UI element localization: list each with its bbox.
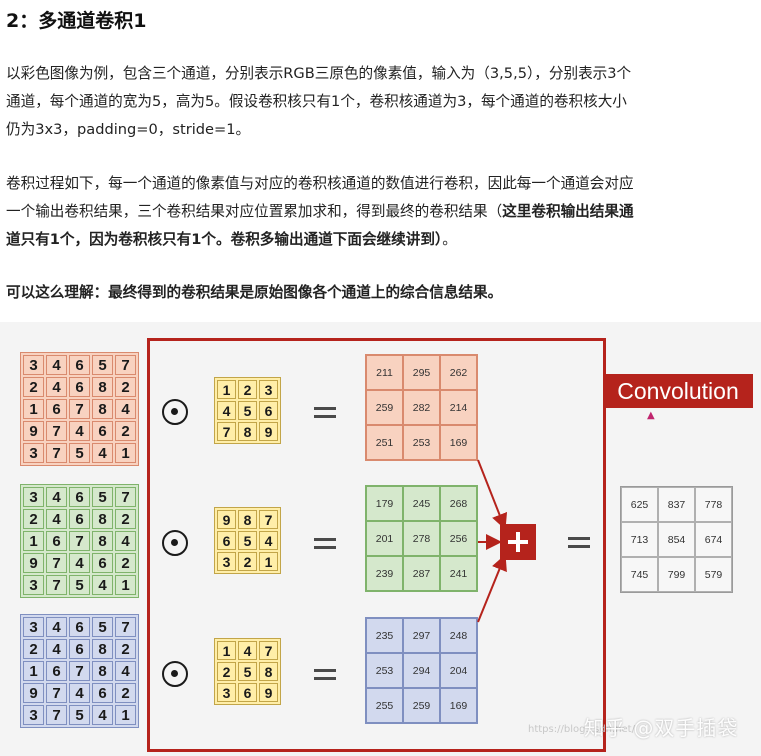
mouse-cursor-icon: ▲ <box>647 410 655 421</box>
text-line: 以彩色图像为例，包含三个通道，分别表示RGB三原色的像素值，输入为（3,5,5）… <box>6 65 632 82</box>
arrow-from-red <box>477 459 508 530</box>
text-line: 卷积过程如下，每一个通道的像素值与对应的卷积核通道的数值进行卷积，因此每一个通道… <box>6 175 634 192</box>
text-span: 一个输出卷积结果，三个卷积结果对应位置累加求和，得到最终的卷积结果（ <box>6 203 503 220</box>
intro-paragraph: 以彩色图像为例，包含三个通道，分别表示RGB三原色的像素值，输入为（3,5,5）… <box>6 60 756 144</box>
section-heading: 2：多通道卷积1 <box>6 10 147 32</box>
text-line: 一个输出卷积结果，三个卷积结果对应位置累加求和，得到最终的卷积结果（这里卷积输出… <box>6 198 756 226</box>
arrow-from-blue <box>477 554 507 623</box>
grid-cell: 579 <box>695 557 732 592</box>
convolution-label: Convolution <box>603 374 753 408</box>
grid-cell: 837 <box>658 487 695 522</box>
bold-span: 这里卷积输出结果通 <box>502 203 634 220</box>
convolution-figure: 3465724682167849746237541 34657246821678… <box>0 322 761 756</box>
text-line: 通道，每个通道的宽为5，高为5。假设卷积核只有1个，卷积核通道为3，每个通道的卷… <box>6 93 627 110</box>
grid-cell: 799 <box>658 557 695 592</box>
equals-sign-icon <box>568 537 590 548</box>
bold-span: 道只有1个，因为卷积核只有1个。卷积多输出通道下面会继续讲到） <box>6 231 443 248</box>
grid-cell: 854 <box>658 522 695 557</box>
final-output-grid: 625 837 778 713 854 674 745 799 579 <box>620 486 733 593</box>
grid-cell: 625 <box>621 487 658 522</box>
watermark-brand: 知乎 @双手插袋 <box>584 716 739 740</box>
text-span: 。 <box>442 231 457 248</box>
grid-cell: 713 <box>621 522 658 557</box>
grid-cell: 778 <box>695 487 732 522</box>
process-paragraph: 卷积过程如下，每一个通道的像素值与对应的卷积核通道的数值进行卷积，因此每一个通道… <box>6 170 756 254</box>
grid-cell: 674 <box>695 522 732 557</box>
plus-icon <box>500 524 536 560</box>
text-line: 仍为3x3，padding=0，stride=1。 <box>6 121 251 138</box>
text-line: 道只有1个，因为卷积核只有1个。卷积多输出通道下面会继续讲到）。 <box>6 226 756 254</box>
summary-paragraph: 可以这么理解：最终得到的卷积结果是原始图像各个通道上的综合信息结果。 <box>6 284 503 301</box>
grid-cell: 745 <box>621 557 658 592</box>
